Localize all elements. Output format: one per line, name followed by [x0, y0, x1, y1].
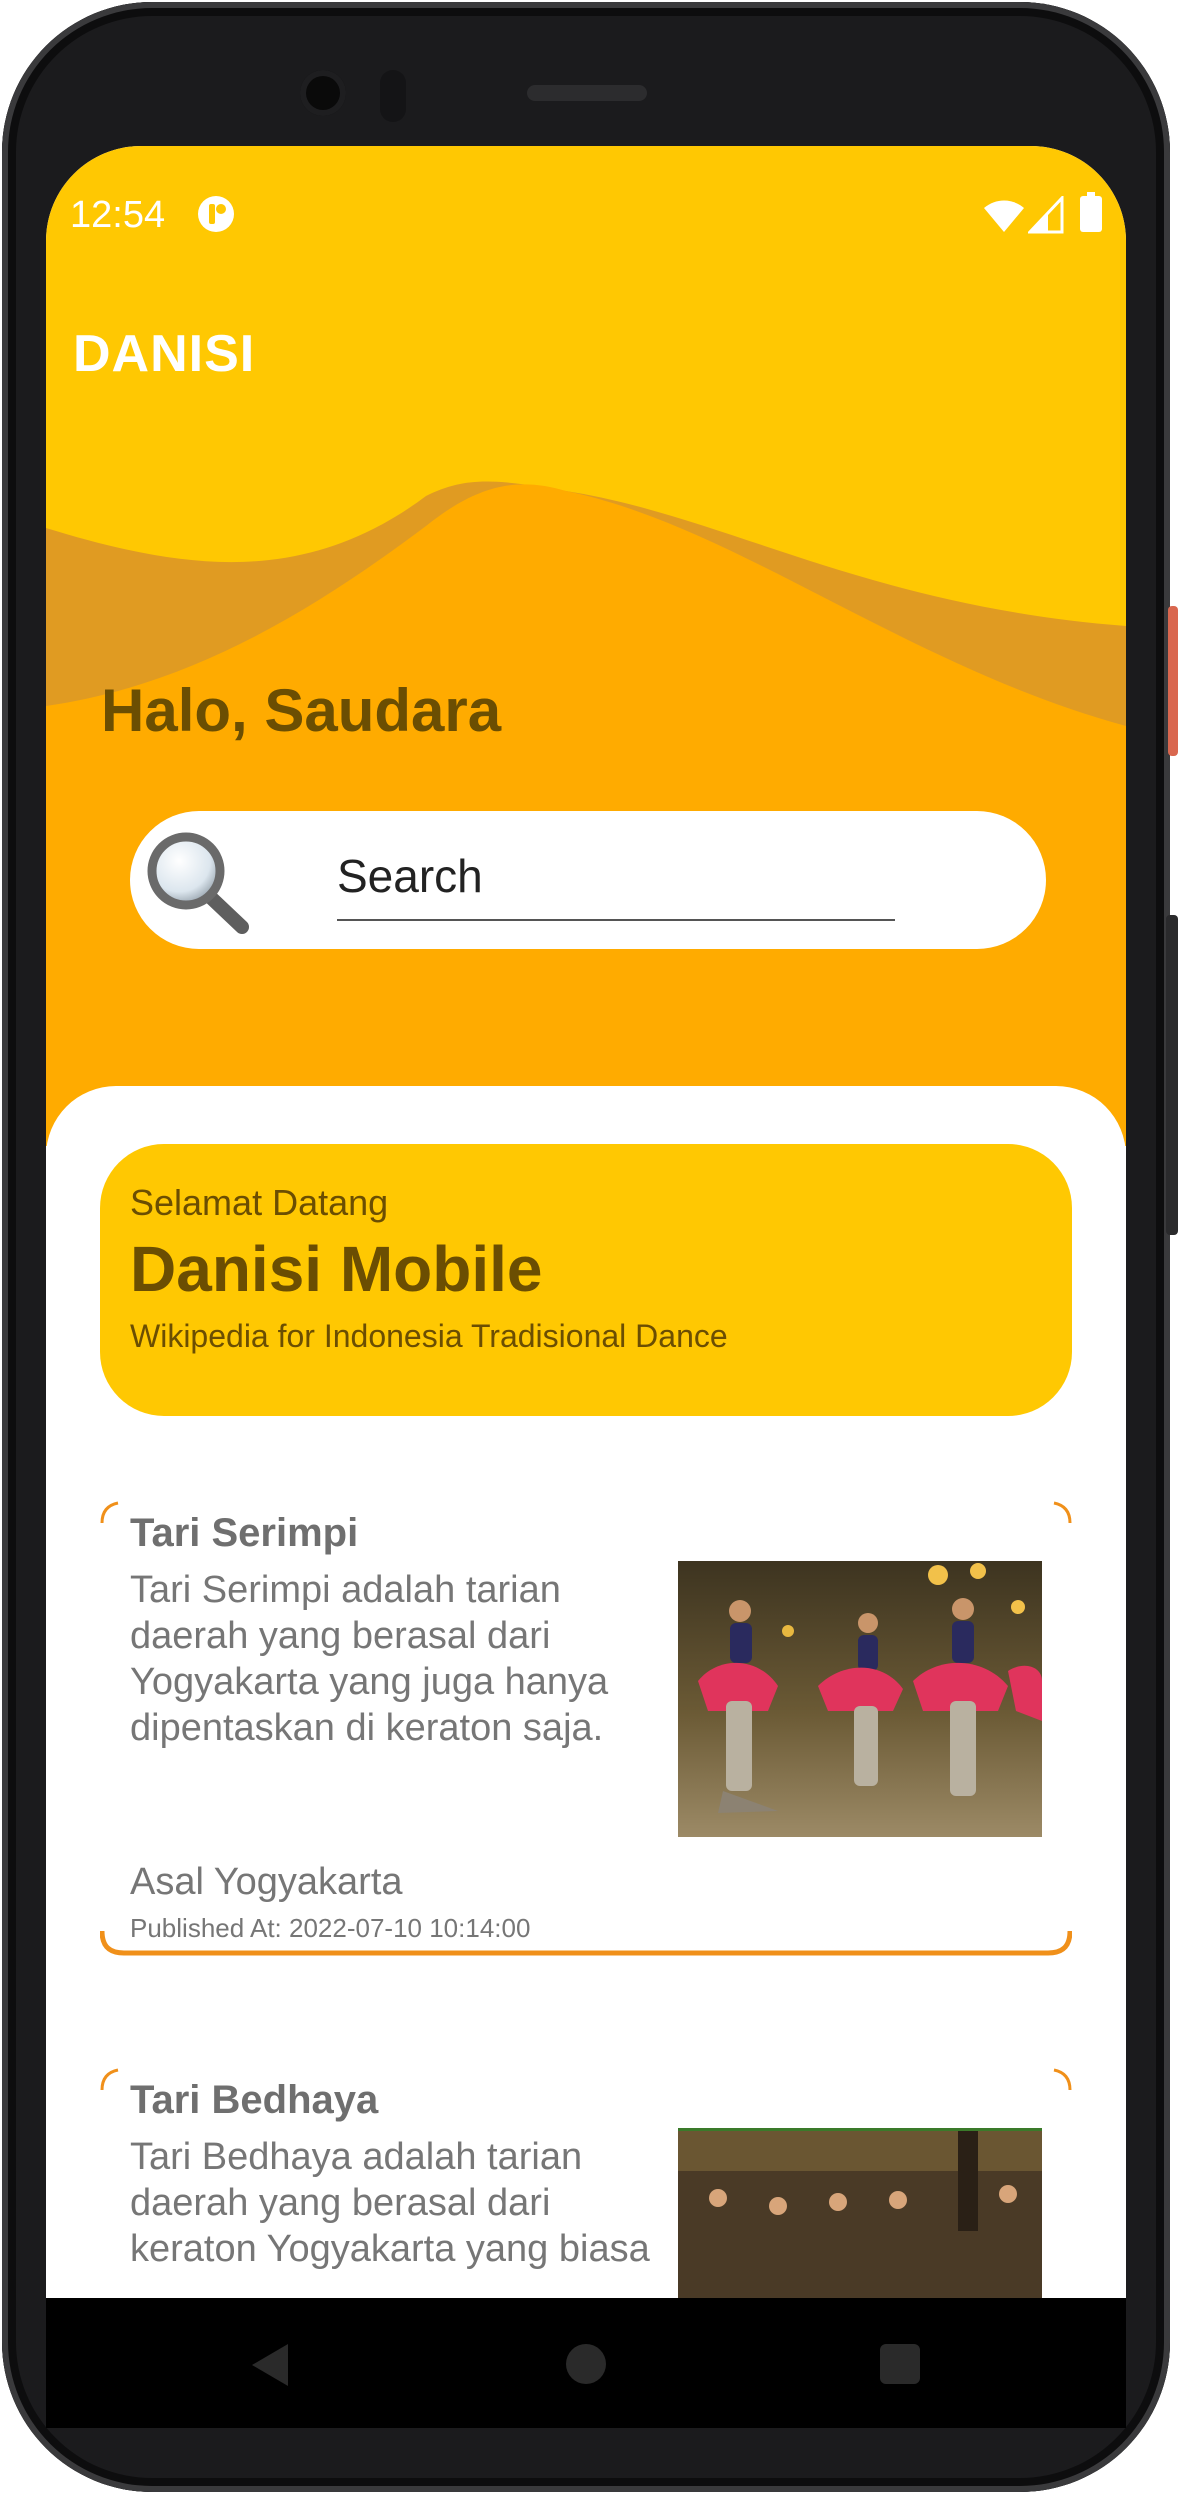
notification-icon [198, 196, 234, 232]
search-icon[interactable] [144, 829, 254, 934]
dance-description: Tari Serimpi adalah tarian daerah yang b… [130, 1569, 609, 1749]
welcome-subtitle: Wikipedia for Indonesia Tradisional Danc… [130, 1318, 728, 1354]
welcome-greeting: Selamat Datang [130, 1182, 389, 1223]
welcome-title: Danisi Mobile [130, 1233, 543, 1305]
dance-card[interactable]: Tari Bedhaya Tari Bedhaya adalah tarian … [100, 2068, 1072, 2298]
volume-button [1166, 915, 1178, 1235]
search-bar[interactable] [130, 811, 1046, 949]
dance-name: Tari Bedhaya [130, 2078, 379, 2122]
dance-card[interactable]: Tari Serimpi Tari Serimpi adalah tarian … [100, 1501, 1072, 1957]
wave-decoration [46, 481, 1126, 1146]
screen: 12:54 DANISI Halo, Saudara Search Selama… [46, 146, 1126, 2298]
dance-published-date: Published At: 2022-07-10 10:14:00 [130, 1913, 531, 1943]
wifi-icon [984, 200, 1024, 232]
battery-icon [1080, 192, 1102, 232]
dance-photo [678, 1561, 1042, 1837]
navigation-bar [46, 2298, 1126, 2428]
signal-icon [1028, 196, 1064, 234]
dance-origin: Asal Yogyakarta [130, 1861, 403, 1903]
power-button [1168, 606, 1178, 756]
status-bar: 12:54 [46, 146, 1126, 276]
welcome-card: Selamat Datang Danisi Mobile Wikipedia f… [100, 1144, 1072, 1416]
dance-photo [678, 2128, 1042, 2298]
greeting-text: Halo, Saudara [101, 677, 502, 744]
proximity-sensor [380, 70, 406, 122]
dance-description: Tari Bedhaya adalah tarian daerah yang b… [130, 2136, 650, 2270]
recents-icon[interactable] [880, 2344, 920, 2384]
front-camera [300, 70, 346, 116]
back-icon[interactable] [248, 2342, 292, 2388]
app-title: DANISI [73, 325, 256, 383]
hero-header [46, 146, 1126, 1146]
dance-name: Tari Serimpi [130, 1511, 359, 1555]
status-time: 12:54 [70, 194, 166, 236]
content-panel: Selamat Datang Danisi Mobile Wikipedia f… [46, 1086, 1126, 2298]
home-icon[interactable] [566, 2344, 606, 2384]
search-input[interactable] [337, 841, 895, 921]
earpiece-speaker [527, 85, 647, 101]
